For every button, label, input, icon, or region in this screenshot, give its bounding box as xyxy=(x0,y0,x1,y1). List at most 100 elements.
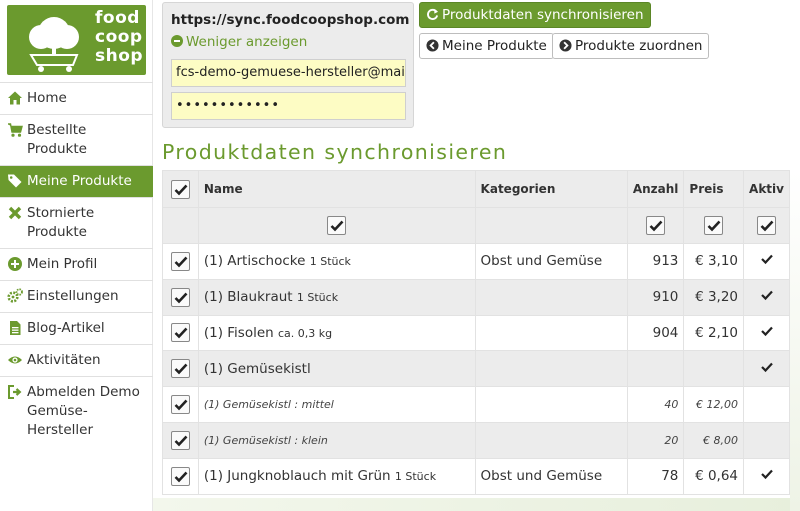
product-price: € 12,00 xyxy=(683,386,745,423)
row-select-cell xyxy=(162,457,199,495)
product-name: (1) Fisolen xyxy=(203,324,274,341)
sidebar-item-label: Blog-Artikel xyxy=(27,320,105,336)
sidebar-item-close[interactable]: Stornierte Produkte xyxy=(0,197,153,248)
sidebar-item-label: Einstellungen xyxy=(27,288,119,304)
show-less-link[interactable]: Weniger anzeigen xyxy=(171,34,307,50)
name-column-checkbox[interactable] xyxy=(327,216,347,235)
product-count xyxy=(626,350,685,388)
server-url: https://sync.foodcoopshop.com xyxy=(171,12,410,28)
foodcoopshop-logo[interactable]: food coop shop xyxy=(7,5,146,75)
price-column-checkbox[interactable] xyxy=(704,216,724,235)
product-active-cell xyxy=(743,421,790,459)
product-price: € 8,00 xyxy=(683,421,745,459)
table-row[interactable]: (1) Gemüsekistl : klein 20 € 8,00 xyxy=(162,421,790,459)
column-select-row xyxy=(162,207,790,244)
row-checkbox[interactable] xyxy=(170,287,190,307)
product-quantity: ca. 0,3 kg xyxy=(278,326,333,340)
row-checkbox[interactable] xyxy=(170,466,190,486)
name-column-header[interactable]: Name xyxy=(197,170,476,208)
password-field[interactable]: •••••••••••• xyxy=(171,92,406,120)
count-column-header[interactable]: Anzahl xyxy=(626,170,685,208)
row-checkbox[interactable] xyxy=(170,251,190,271)
active-column-header[interactable]: Aktiv xyxy=(743,170,790,208)
table-row[interactable]: (1) Fisolen ca. 0,3 kg 904 € 2,10 xyxy=(162,314,790,352)
filter-cell xyxy=(162,207,199,244)
row-checkbox[interactable] xyxy=(170,323,190,343)
sidebar-item-plus-circle[interactable]: Mein Profil xyxy=(0,248,153,280)
check-icon xyxy=(760,362,773,372)
product-name: (1) Blaukraut xyxy=(203,289,293,306)
check-icon xyxy=(760,290,773,301)
my-products-button[interactable]: Meine Produkte xyxy=(419,33,554,59)
sidebar: food coop shop Home Bestellte Produkte Mei… xyxy=(0,0,153,511)
select-all-header xyxy=(162,170,199,208)
sidebar-item-label: Bestellte Produkte xyxy=(27,122,87,157)
row-select-cell xyxy=(162,278,199,316)
table-row[interactable]: (1) Jungknoblauch mit Grün 1 Stück Obst u… xyxy=(162,457,790,495)
sidebar-item-file[interactable]: Blog-Artikel xyxy=(0,312,153,344)
category-column-header[interactable]: Kategorien xyxy=(474,170,628,208)
assign-products-button-label: Produkte zuordnen xyxy=(575,38,703,54)
product-active-cell xyxy=(743,243,790,280)
row-checkbox[interactable] xyxy=(170,430,190,450)
product-name: (1) Gemüsekistl : mittel xyxy=(203,398,334,412)
row-checkbox[interactable] xyxy=(170,359,190,379)
count-column-checkbox[interactable] xyxy=(646,216,666,235)
price-column-header[interactable]: Preis xyxy=(683,170,745,208)
product-category xyxy=(474,386,628,423)
product-name-cell: (1) Gemüsekistl : mittel xyxy=(197,386,476,423)
product-price xyxy=(683,350,745,388)
sidebar-item-home[interactable]: Home xyxy=(0,82,153,114)
tags-icon xyxy=(7,173,23,189)
table-header-row: Name Kategorien Anzahl Preis Aktiv xyxy=(162,170,790,208)
product-active-cell xyxy=(743,314,790,352)
check-icon xyxy=(760,469,773,480)
product-name-cell: (1) Fisolen ca. 0,3 kg xyxy=(197,314,476,352)
product-name: (1) Gemüsekistl xyxy=(203,360,311,377)
product-name: (1) Gemüsekistl : klein xyxy=(203,433,328,447)
product-quantity: 1 Stück xyxy=(309,255,351,269)
select-all-checkbox[interactable] xyxy=(170,179,190,199)
product-price: € 3,20 xyxy=(683,278,745,316)
sync-product-data-button[interactable]: Produktdaten synchronisieren xyxy=(419,2,651,28)
close-icon xyxy=(7,205,23,221)
product-quantity: 1 Stück xyxy=(296,291,339,305)
sign-out-icon xyxy=(7,384,23,400)
product-active-cell xyxy=(743,350,790,388)
product-name-cell: (1) Artischocke 1 Stück xyxy=(197,243,476,280)
sidebar-item-tags[interactable]: Meine Produkte xyxy=(0,165,153,197)
check-icon xyxy=(760,326,773,337)
product-name-cell: (1) Jungknoblauch mit Grün 1 Stück xyxy=(197,457,476,495)
active-column-checkbox[interactable] xyxy=(757,216,777,235)
email-field[interactable]: fcs-demo-gemuese-hersteller@mai xyxy=(171,59,406,87)
refresh-icon xyxy=(426,5,439,20)
sidebar-item-label: Meine Produkte xyxy=(27,173,132,189)
product-active-cell xyxy=(743,386,790,423)
table-row[interactable]: (1) Gemüsekistl xyxy=(162,350,790,388)
table-row[interactable]: (1) Artischocke 1 Stück Obst und Gemüse 91… xyxy=(162,243,790,280)
product-category xyxy=(474,278,628,316)
product-count: 40 xyxy=(626,386,685,423)
product-name-cell: (1) Gemüsekistl xyxy=(197,350,476,388)
row-checkbox[interactable] xyxy=(170,395,190,415)
products-table-body: (1) Artischocke 1 Stück Obst und Gemüse 91… xyxy=(162,243,790,495)
product-category xyxy=(474,314,628,352)
minus-circle-icon xyxy=(171,35,183,47)
sidebar-item-cogs[interactable]: Einstellungen xyxy=(0,280,153,312)
sidebar-item-eye[interactable]: Aktivitäten xyxy=(0,344,153,376)
product-price: € 2,10 xyxy=(683,314,745,352)
filter-cell xyxy=(626,207,685,244)
sidebar-item-sign-out[interactable]: Abmelden Demo Gemüse-Hersteller xyxy=(0,376,153,446)
product-price: € 3,10 xyxy=(683,243,745,280)
bottom-background xyxy=(153,498,800,511)
table-row[interactable]: (1) Gemüsekistl : mittel 40 € 12,00 xyxy=(162,386,790,423)
product-category xyxy=(474,421,628,459)
filter-cell xyxy=(474,207,628,244)
assign-products-button[interactable]: Produkte zuordnen xyxy=(552,33,710,59)
sidebar-item-cart[interactable]: Bestellte Produkte xyxy=(0,114,153,165)
sidebar-item-label: Abmelden Demo Gemüse-Hersteller xyxy=(27,384,140,438)
product-count: 904 xyxy=(626,314,685,352)
table-row[interactable]: (1) Blaukraut 1 Stück 910 € 3,20 xyxy=(162,278,790,316)
product-count: 910 xyxy=(626,278,685,316)
home-icon xyxy=(7,90,23,106)
